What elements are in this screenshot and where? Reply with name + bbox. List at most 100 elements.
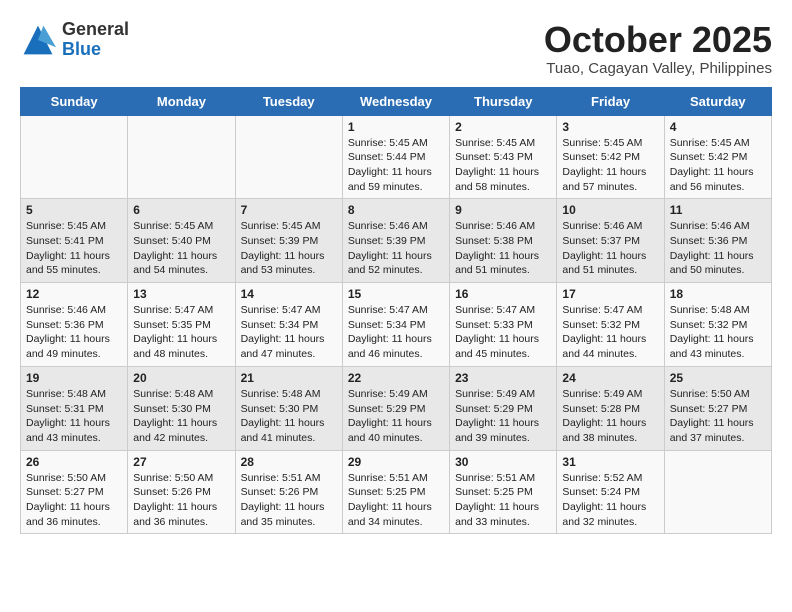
calendar-cell: 10 Sunrise: 5:46 AM Sunset: 5:37 PM Dayli… [557,199,664,283]
calendar-cell: 15 Sunrise: 5:47 AM Sunset: 5:34 PM Dayli… [342,283,449,367]
day-info: Sunrise: 5:50 AM Sunset: 5:27 PM Dayligh… [26,471,122,530]
day-info: Sunrise: 5:47 AM Sunset: 5:32 PM Dayligh… [562,303,658,362]
day-number: 1 [348,120,444,134]
calendar-cell: 6Sunrise: 5:45 AM Sunset: 5:40 PM Daylig… [128,199,235,283]
day-info: Sunrise: 5:45 AM Sunset: 5:41 PM Dayligh… [26,219,122,278]
calendar-cell: 26Sunrise: 5:50 AM Sunset: 5:27 PM Dayli… [21,450,128,534]
calendar-cell: 30Sunrise: 5:51 AM Sunset: 5:25 PM Dayli… [450,450,557,534]
day-number: 5 [26,203,122,217]
day-number: 10 [562,203,658,217]
calendar-table: SundayMondayTuesdayWednesdayThursdayFrid… [20,87,772,535]
day-info: Sunrise: 5:46 AM Sunset: 5:37 PM Dayligh… [562,219,658,278]
calendar-cell [664,450,771,534]
day-number: 27 [133,455,229,469]
day-info: Sunrise: 5:52 AM Sunset: 5:24 PM Dayligh… [562,471,658,530]
day-number: 12 [26,287,122,301]
calendar-cell: 7Sunrise: 5:45 AM Sunset: 5:39 PM Daylig… [235,199,342,283]
day-info: Sunrise: 5:48 AM Sunset: 5:30 PM Dayligh… [133,387,229,446]
day-number: 29 [348,455,444,469]
day-number: 30 [455,455,551,469]
calendar-cell [235,115,342,199]
day-info: Sunrise: 5:46 AM Sunset: 5:36 PM Dayligh… [670,219,766,278]
day-info: Sunrise: 5:47 AM Sunset: 5:34 PM Dayligh… [241,303,337,362]
calendar-week-row: 26Sunrise: 5:50 AM Sunset: 5:27 PM Dayli… [21,450,772,534]
day-info: Sunrise: 5:47 AM Sunset: 5:35 PM Dayligh… [133,303,229,362]
weekday-header-tuesday: Tuesday [235,87,342,115]
page-header: General Blue October 2025 Tuao, Cagayan … [20,20,772,77]
day-number: 15 [348,287,444,301]
day-number: 16 [455,287,551,301]
logo: General Blue [20,20,129,60]
day-info: Sunrise: 5:49 AM Sunset: 5:29 PM Dayligh… [455,387,551,446]
calendar-cell: 31 Sunrise: 5:52 AM Sunset: 5:24 PM Dayli… [557,450,664,534]
day-info: Sunrise: 5:49 AM Sunset: 5:28 PM Dayligh… [562,387,658,446]
calendar-cell: 16Sunrise: 5:47 AM Sunset: 5:33 PM Dayli… [450,283,557,367]
day-info: Sunrise: 5:49 AM Sunset: 5:29 PM Dayligh… [348,387,444,446]
calendar-cell: 5 Sunrise: 5:45 AM Sunset: 5:41 PM Daylig… [21,199,128,283]
calendar-cell: 23 Sunrise: 5:49 AM Sunset: 5:29 PM Dayli… [450,366,557,450]
logo-general-label: General [62,20,129,40]
day-info: Sunrise: 5:45 AM Sunset: 5:42 PM Dayligh… [670,136,766,195]
calendar-cell: 17 Sunrise: 5:47 AM Sunset: 5:32 PM Dayli… [557,283,664,367]
calendar-header: SundayMondayTuesdayWednesdayThursdayFrid… [21,87,772,115]
calendar-cell: 12 Sunrise: 5:46 AM Sunset: 5:36 PM Dayli… [21,283,128,367]
calendar-cell: 9Sunrise: 5:46 AM Sunset: 5:38 PM Daylig… [450,199,557,283]
day-number: 31 [562,455,658,469]
calendar-week-row: 1 Sunrise: 5:45 AM Sunset: 5:44 PM Daylig… [21,115,772,199]
day-info: Sunrise: 5:45 AM Sunset: 5:44 PM Dayligh… [348,136,444,195]
day-info: Sunrise: 5:45 AM Sunset: 5:42 PM Dayligh… [562,136,658,195]
calendar-cell: 18 Sunrise: 5:48 AM Sunset: 5:32 PM Dayli… [664,283,771,367]
calendar-body: 1 Sunrise: 5:45 AM Sunset: 5:44 PM Daylig… [21,115,772,534]
weekday-header-friday: Friday [557,87,664,115]
calendar-cell: 25 Sunrise: 5:50 AM Sunset: 5:27 PM Dayli… [664,366,771,450]
calendar-cell: 2 Sunrise: 5:45 AM Sunset: 5:43 PM Daylig… [450,115,557,199]
day-info: Sunrise: 5:46 AM Sunset: 5:36 PM Dayligh… [26,303,122,362]
day-number: 4 [670,120,766,134]
calendar-cell: 27 Sunrise: 5:50 AM Sunset: 5:26 PM Dayli… [128,450,235,534]
calendar-cell: 29 Sunrise: 5:51 AM Sunset: 5:25 PM Dayli… [342,450,449,534]
day-number: 24 [562,371,658,385]
weekday-header-sunday: Sunday [21,87,128,115]
day-info: Sunrise: 5:51 AM Sunset: 5:25 PM Dayligh… [348,471,444,530]
day-number: 11 [670,203,766,217]
location-subtitle: Tuao, Cagayan Valley, Philippines [544,60,772,77]
calendar-cell: 11 Sunrise: 5:46 AM Sunset: 5:36 PM Dayli… [664,199,771,283]
calendar-cell: 14 Sunrise: 5:47 AM Sunset: 5:34 PM Dayli… [235,283,342,367]
day-number: 21 [241,371,337,385]
day-info: Sunrise: 5:45 AM Sunset: 5:40 PM Dayligh… [133,219,229,278]
day-info: Sunrise: 5:47 AM Sunset: 5:34 PM Dayligh… [348,303,444,362]
day-info: Sunrise: 5:50 AM Sunset: 5:27 PM Dayligh… [670,387,766,446]
day-number: 7 [241,203,337,217]
day-number: 13 [133,287,229,301]
day-info: Sunrise: 5:48 AM Sunset: 5:31 PM Dayligh… [26,387,122,446]
logo-blue-label: Blue [62,40,129,60]
calendar-cell: 19Sunrise: 5:48 AM Sunset: 5:31 PM Dayli… [21,366,128,450]
day-number: 25 [670,371,766,385]
day-info: Sunrise: 5:46 AM Sunset: 5:39 PM Dayligh… [348,219,444,278]
day-number: 17 [562,287,658,301]
day-number: 14 [241,287,337,301]
day-info: Sunrise: 5:51 AM Sunset: 5:26 PM Dayligh… [241,471,337,530]
weekday-header-thursday: Thursday [450,87,557,115]
day-info: Sunrise: 5:48 AM Sunset: 5:30 PM Dayligh… [241,387,337,446]
calendar-cell: 4 Sunrise: 5:45 AM Sunset: 5:42 PM Daylig… [664,115,771,199]
day-number: 18 [670,287,766,301]
calendar-cell: 21 Sunrise: 5:48 AM Sunset: 5:30 PM Dayli… [235,366,342,450]
calendar-week-row: 12 Sunrise: 5:46 AM Sunset: 5:36 PM Dayli… [21,283,772,367]
calendar-cell: 8Sunrise: 5:46 AM Sunset: 5:39 PM Daylig… [342,199,449,283]
calendar-cell [128,115,235,199]
logo-text: General Blue [62,20,129,60]
weekday-header-wednesday: Wednesday [342,87,449,115]
day-number: 3 [562,120,658,134]
calendar-week-row: 5 Sunrise: 5:45 AM Sunset: 5:41 PM Daylig… [21,199,772,283]
month-title: October 2025 [544,20,772,60]
calendar-cell: 13 Sunrise: 5:47 AM Sunset: 5:35 PM Dayli… [128,283,235,367]
day-info: Sunrise: 5:48 AM Sunset: 5:32 PM Dayligh… [670,303,766,362]
day-number: 2 [455,120,551,134]
calendar-cell [21,115,128,199]
calendar-cell: 3 Sunrise: 5:45 AM Sunset: 5:42 PM Daylig… [557,115,664,199]
day-info: Sunrise: 5:45 AM Sunset: 5:43 PM Dayligh… [455,136,551,195]
day-number: 23 [455,371,551,385]
day-info: Sunrise: 5:50 AM Sunset: 5:26 PM Dayligh… [133,471,229,530]
calendar-cell: 1 Sunrise: 5:45 AM Sunset: 5:44 PM Daylig… [342,115,449,199]
